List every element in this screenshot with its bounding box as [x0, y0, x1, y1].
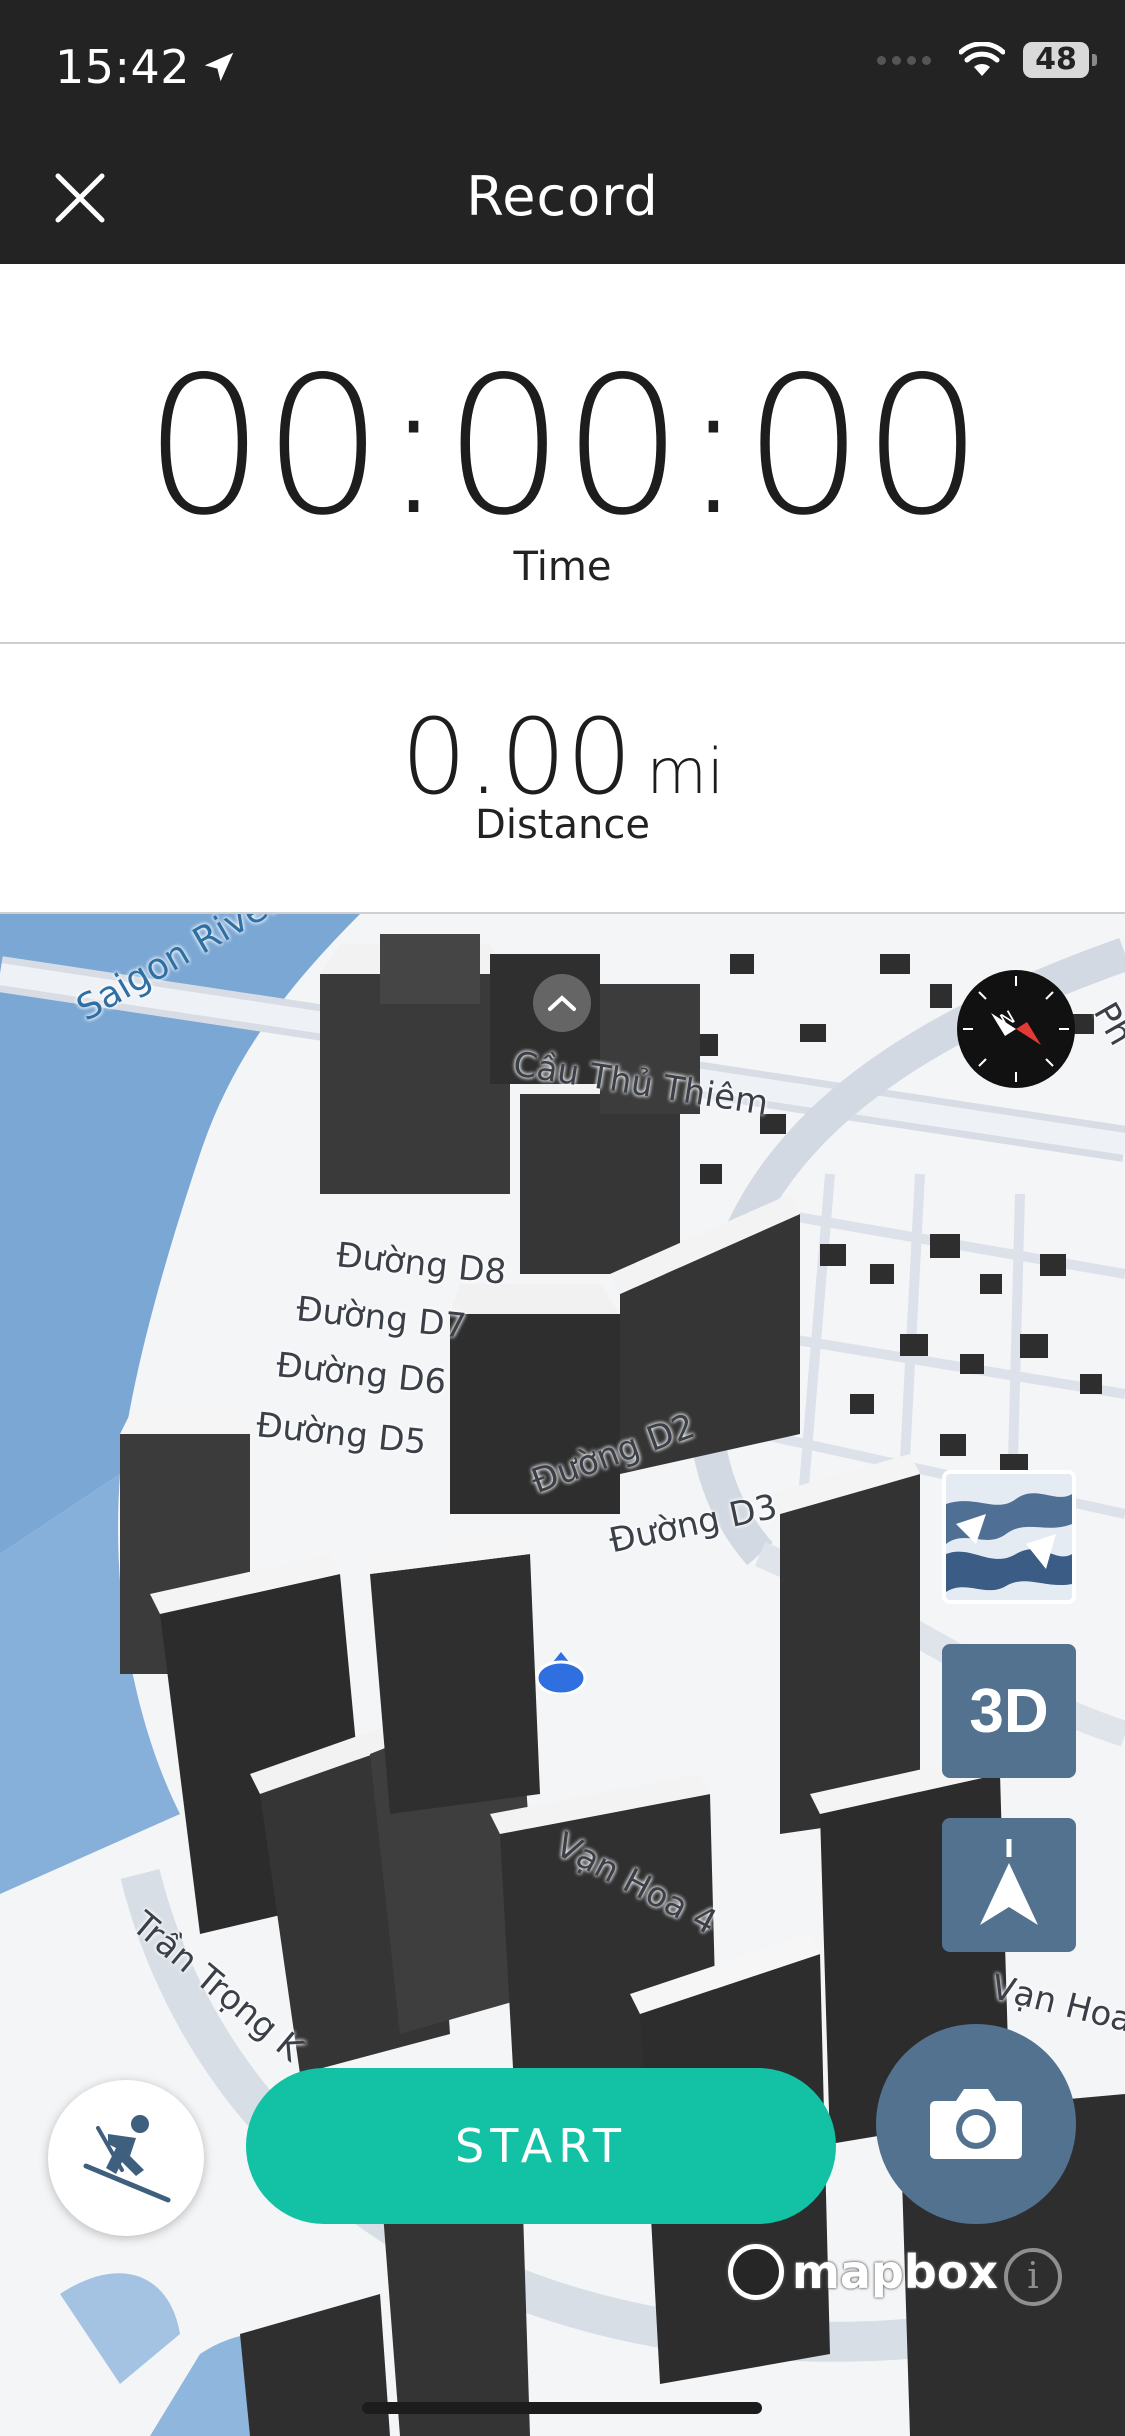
- battery-level: 48: [1035, 42, 1077, 77]
- status-bar-time: 15:42: [55, 40, 238, 94]
- map-view[interactable]: Saigon River Cầu Thủ Thiêm Đường D8 Đườn…: [0, 914, 1125, 2436]
- status-bar-right: 48: [877, 42, 1097, 78]
- north-arrow-icon: [980, 1839, 1038, 1925]
- top-bar: 15:42 48 Record: [0, 0, 1125, 264]
- distance-label: Distance: [475, 802, 650, 848]
- mapbox-logo[interactable]: mapbox: [728, 2244, 998, 2300]
- mapbox-logo-text: mapbox: [792, 2245, 999, 2299]
- chevron-up-icon: [548, 995, 576, 1011]
- activity-type-button[interactable]: [48, 2080, 204, 2236]
- location-arrow-icon: [204, 52, 234, 82]
- terrain-thumbnail-icon: [946, 1474, 1072, 1600]
- time-value: 00:00:00: [143, 336, 983, 557]
- battery-icon: 48: [1023, 42, 1097, 78]
- collapse-panel-button[interactable]: [533, 974, 591, 1032]
- home-indicator: [362, 2402, 762, 2414]
- user-location-icon: [535, 1652, 587, 1694]
- mapbox-mark-icon: [728, 2244, 784, 2300]
- status-time-text: 15:42: [55, 40, 191, 94]
- camera-icon: [930, 2089, 1022, 2159]
- skier-icon: [83, 2115, 171, 2203]
- map-style-button[interactable]: [942, 1470, 1076, 1604]
- toggle-3d-button[interactable]: 3D: [942, 1644, 1076, 1778]
- distance-readout: 0.00 mi: [0, 696, 1125, 818]
- toggle-3d-label: 3D: [969, 1676, 1049, 1746]
- page-title: Record: [466, 165, 659, 228]
- attribution-info-button[interactable]: i: [1004, 2248, 1062, 2306]
- cellular-signal-icon: [877, 55, 931, 65]
- distance-value: 0.00: [400, 696, 633, 818]
- time-label: Time: [513, 544, 612, 590]
- start-button[interactable]: START: [246, 2068, 836, 2224]
- camera-button[interactable]: [876, 2024, 1076, 2224]
- time-panel: 00:00:00 Time: [0, 264, 1125, 644]
- distance-unit: mi: [646, 735, 725, 808]
- compass-icon[interactable]: N: [957, 970, 1075, 1088]
- wifi-icon: [959, 42, 1005, 76]
- distance-panel: 0.00 mi Distance: [0, 644, 1125, 914]
- north-arrow-button[interactable]: [942, 1818, 1076, 1952]
